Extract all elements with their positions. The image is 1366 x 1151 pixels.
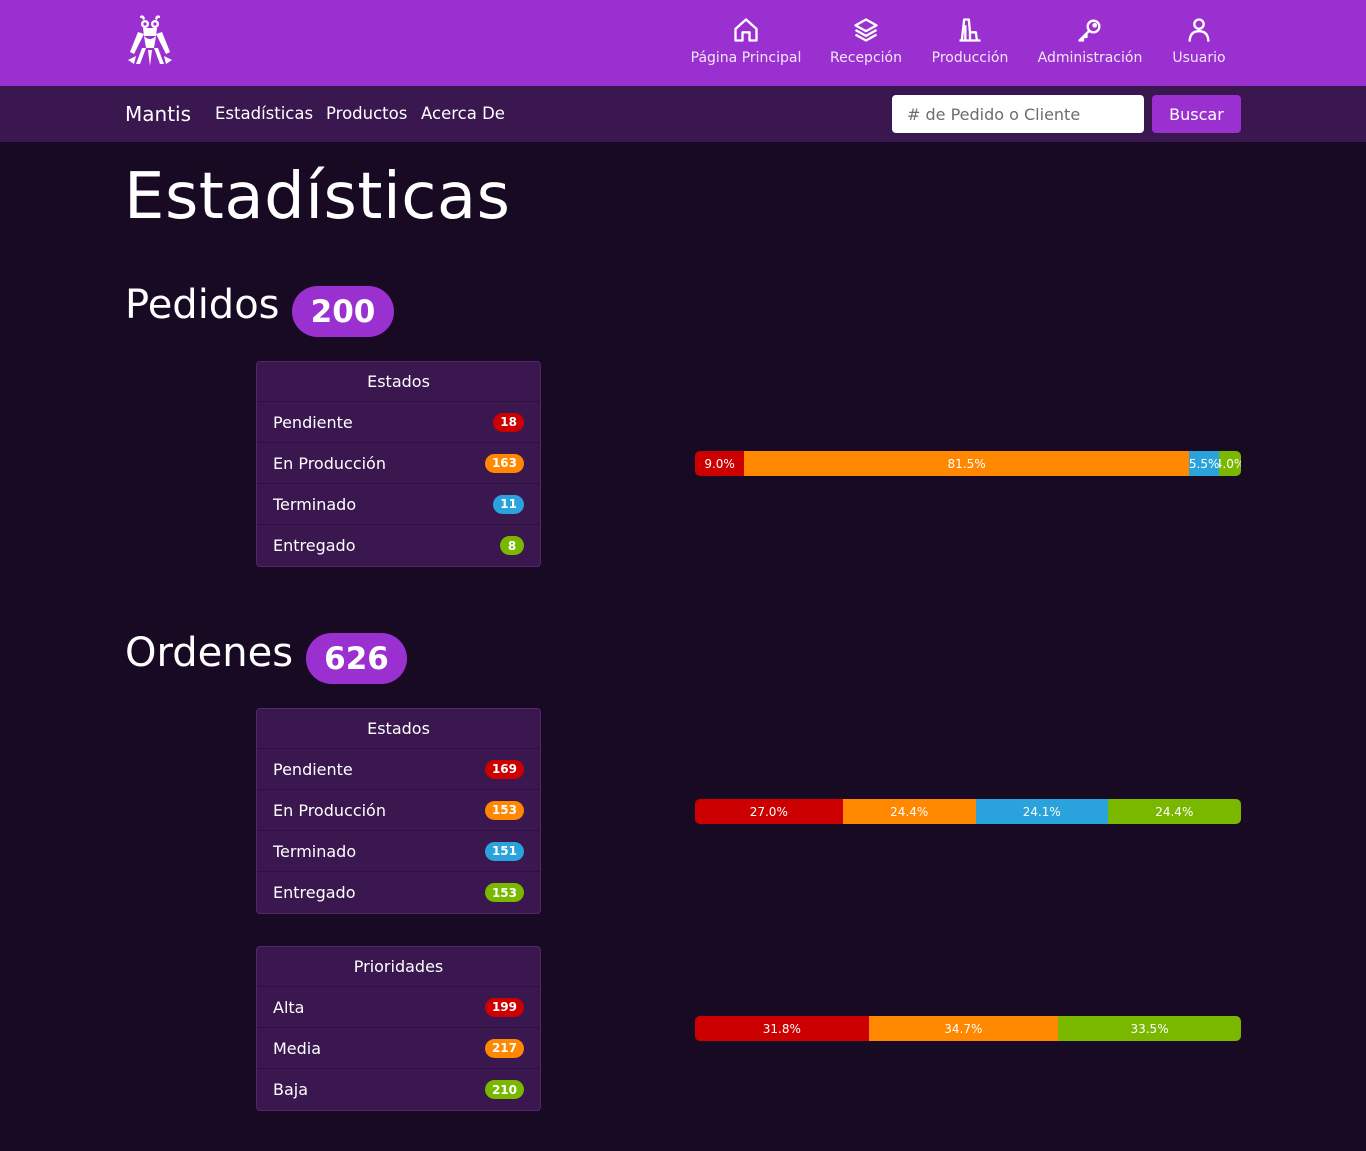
subnav-estadisticas[interactable]: Estadísticas <box>215 104 313 123</box>
status-label: Terminado <box>273 494 357 514</box>
nav-home-label: Página Principal <box>690 50 802 66</box>
list-item: Entregado 153 <box>257 872 540 913</box>
status-count-badge: 153 <box>484 800 524 820</box>
pedidos-estados-card: Estados Pendiente 18 En Producción 163 T… <box>256 361 541 567</box>
layers-icon <box>854 18 878 42</box>
home-icon <box>734 18 758 42</box>
nav-produccion-label: Producción <box>931 50 1009 66</box>
list-item: En Producción 153 <box>257 790 540 831</box>
status-label: Terminado <box>273 841 357 861</box>
user-icon <box>1188 18 1210 42</box>
status-count-badge: 151 <box>484 841 524 861</box>
nav-usuario[interactable]: Usuario <box>1171 16 1227 66</box>
progress-segment-entregado: 4.0% <box>1219 451 1241 476</box>
progress-segment-terminado: 5.5% <box>1189 451 1220 476</box>
priority-count-badge: 217 <box>484 1038 524 1058</box>
progress-segment-en-produccion: 24.4% <box>842 799 976 824</box>
status-count-badge: 163 <box>484 453 524 473</box>
pedidos-count-badge: 200 <box>292 286 394 337</box>
list-item: Alta 199 <box>257 987 540 1028</box>
pedidos-title: Pedidos <box>125 282 280 328</box>
priority-count-badge: 199 <box>484 997 524 1017</box>
progress-segment-pendiente: 9.0% <box>695 451 745 476</box>
list-item: Media 217 <box>257 1028 540 1069</box>
list-item: Pendiente 169 <box>257 749 540 790</box>
card-header: Prioridades <box>257 947 540 987</box>
priority-count-badge: 210 <box>484 1080 524 1099</box>
nav-produccion[interactable]: Producción <box>931 16 1009 66</box>
status-label: Entregado <box>273 883 356 902</box>
ordenes-count-badge: 626 <box>306 633 407 684</box>
progress-segment-alta: 31.8% <box>695 1016 869 1041</box>
status-count-badge: 153 <box>484 883 524 902</box>
page-title: Estadísticas <box>124 160 511 234</box>
nav-recepcion-label: Recepción <box>830 50 902 66</box>
status-count-badge: 18 <box>493 412 524 432</box>
nav-administracion-label: Administración <box>1037 50 1143 66</box>
card-header: Estados <box>257 709 540 749</box>
list-item: En Producción 163 <box>257 443 540 484</box>
status-count-badge: 169 <box>484 759 524 779</box>
progress-segment-pendiente: 27.0% <box>695 799 843 824</box>
status-label: En Producción <box>273 453 386 473</box>
status-count-badge: 8 <box>500 536 524 555</box>
ordenes-prioridades-progress-bar: 31.8% 34.7% 33.5% <box>695 1016 1241 1041</box>
list-item: Terminado 151 <box>257 831 540 872</box>
priority-label: Media <box>273 1038 322 1058</box>
nav-administracion[interactable]: Administración <box>1037 16 1143 66</box>
list-item: Terminado 11 <box>257 484 540 525</box>
progress-segment-media: 34.7% <box>868 1016 1059 1041</box>
priority-label: Baja <box>273 1080 309 1099</box>
key-icon <box>1078 19 1101 42</box>
ordenes-estados-card: Estados Pendiente 169 En Producción 153 … <box>256 708 541 914</box>
ordenes-title: Ordenes <box>125 630 294 676</box>
nav-home[interactable]: Página Principal <box>690 16 802 66</box>
status-label: Entregado <box>273 536 356 555</box>
pedidos-estados-progress-bar: 9.0% 81.5% 5.5% 4.0% <box>695 451 1241 476</box>
subnav-acerca-de[interactable]: Acerca De <box>421 104 505 123</box>
progress-segment-terminado: 24.1% <box>975 799 1108 824</box>
progress-segment-en-produccion: 81.5% <box>744 451 1190 476</box>
factory-icon <box>959 18 981 42</box>
subnav-productos[interactable]: Productos <box>326 104 407 123</box>
priority-label: Alta <box>273 997 305 1017</box>
card-header: Estados <box>257 362 540 402</box>
ordenes-prioridades-card: Prioridades Alta 199 Media 217 Baja 210 <box>256 946 541 1111</box>
top-navbar <box>0 0 1366 86</box>
brand-link[interactable]: Mantis <box>125 102 191 126</box>
search-button[interactable]: Buscar <box>1152 95 1241 133</box>
status-count-badge: 11 <box>493 494 524 514</box>
list-item: Baja 210 <box>257 1069 540 1110</box>
status-label: Pendiente <box>273 412 353 432</box>
ordenes-estados-progress-bar: 27.0% 24.4% 24.1% 24.4% <box>695 799 1241 824</box>
nav-recepcion[interactable]: Recepción <box>828 16 904 66</box>
list-item: Entregado 8 <box>257 525 540 566</box>
status-label: En Producción <box>273 800 386 820</box>
status-label: Pendiente <box>273 759 353 779</box>
list-item: Pendiente 18 <box>257 402 540 443</box>
mantis-logo-icon[interactable] <box>126 14 174 68</box>
nav-usuario-label: Usuario <box>1172 50 1226 66</box>
search-input[interactable] <box>892 95 1144 133</box>
progress-segment-entregado: 24.4% <box>1107 799 1241 824</box>
progress-segment-baja: 33.5% <box>1058 1016 1241 1041</box>
